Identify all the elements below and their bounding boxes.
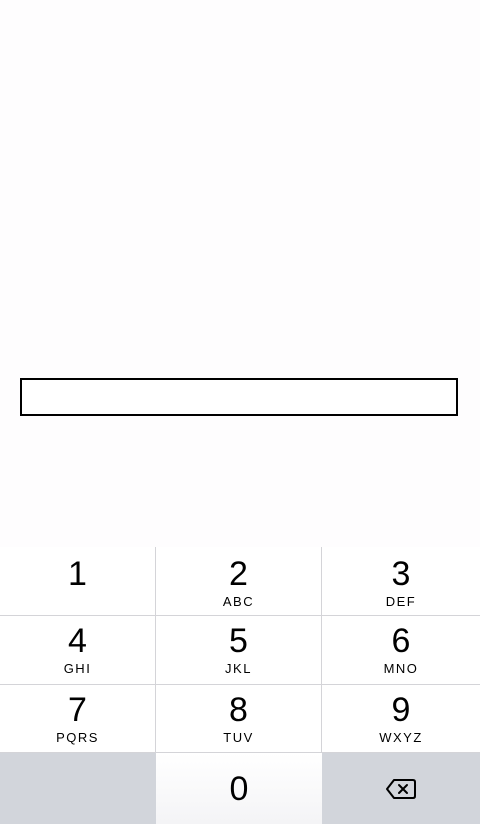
key-letters: JKL xyxy=(225,661,252,676)
key-letters: WXYZ xyxy=(379,729,423,745)
blank-key xyxy=(0,753,156,824)
screen: 1 2 ABC 3 DEF 4 GHI 5 JKL 6 MNO 7 PQRS 8 xyxy=(0,0,480,824)
key-6[interactable]: 6 MNO xyxy=(322,616,480,685)
key-digit: 8 xyxy=(229,690,248,729)
key-digit: 4 xyxy=(68,622,87,660)
key-letters: PQRS xyxy=(56,729,99,745)
backspace-key[interactable] xyxy=(322,753,480,824)
key-digit: 6 xyxy=(391,622,411,660)
key-digit: 5 xyxy=(229,622,248,660)
key-digit: 9 xyxy=(391,690,411,729)
text-input[interactable] xyxy=(20,378,458,416)
key-digit: 3 xyxy=(391,555,411,593)
key-1[interactable]: 1 xyxy=(0,547,156,616)
key-letters: DEF xyxy=(385,594,417,609)
key-9[interactable]: 9 WXYZ xyxy=(322,685,480,753)
key-letters: TUV xyxy=(223,729,254,745)
key-digit: 0 xyxy=(229,769,249,808)
key-digit: 7 xyxy=(68,690,87,729)
key-digit: 1 xyxy=(68,555,87,593)
numeric-keypad: 1 2 ABC 3 DEF 4 GHI 5 JKL 6 MNO 7 PQRS 8 xyxy=(0,547,480,824)
key-7[interactable]: 7 PQRS xyxy=(0,685,156,753)
key-5[interactable]: 5 JKL xyxy=(156,616,322,685)
key-0[interactable]: 0 xyxy=(156,753,322,824)
key-4[interactable]: 4 GHI xyxy=(0,616,156,685)
key-letters: ABC xyxy=(222,594,255,609)
key-3[interactable]: 3 DEF xyxy=(322,547,480,616)
key-8[interactable]: 8 TUV xyxy=(156,685,322,753)
backspace-icon xyxy=(385,778,417,800)
key-digit: 2 xyxy=(229,555,248,593)
key-2[interactable]: 2 ABC xyxy=(156,547,322,616)
key-letters: MNO xyxy=(383,661,419,676)
key-letters: GHI xyxy=(63,661,92,676)
